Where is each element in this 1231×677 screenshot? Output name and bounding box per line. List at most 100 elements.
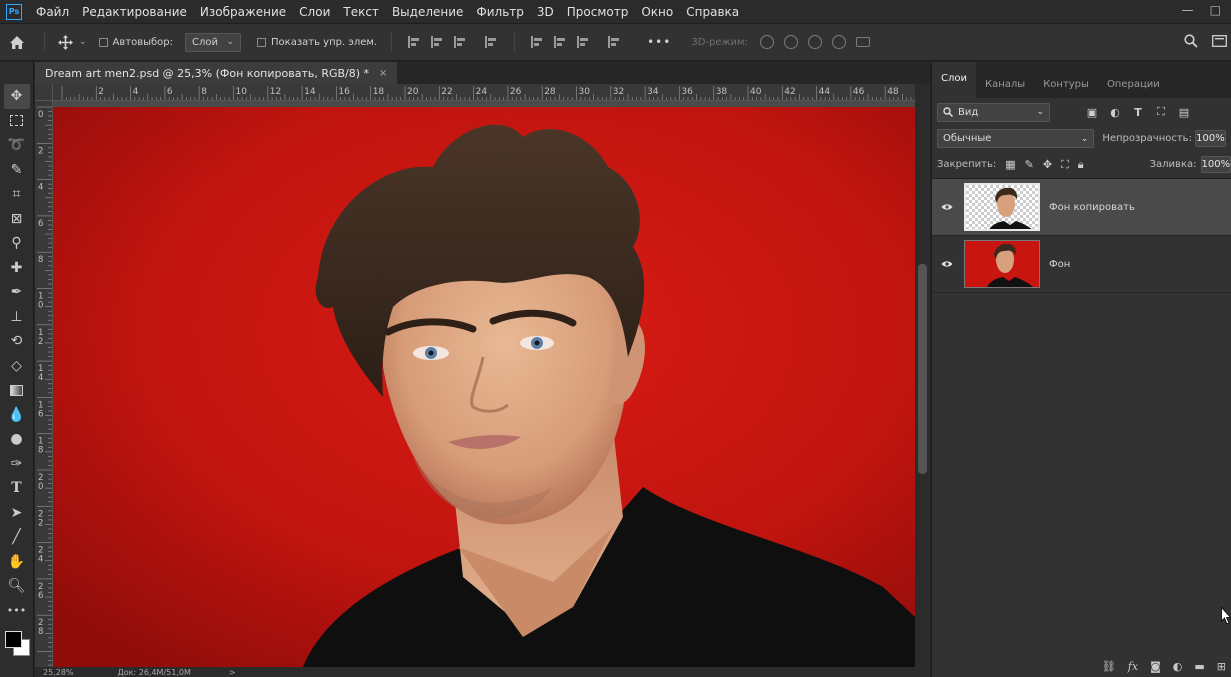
healing-brush-tool-icon[interactable]: ✚ [4, 256, 30, 281]
crop-tool-icon[interactable]: ⌗ [4, 182, 30, 207]
pen-tool-icon[interactable]: ✑ [4, 452, 30, 477]
horizontal-ruler[interactable]: 2 4 6 8 10 12 14 16 18 20 22 24 26 28 30 32 34 36 38 40 42 44… [53, 84, 915, 101]
menu-window[interactable]: Окно [641, 5, 673, 19]
maximize-icon[interactable]: □ [1210, 3, 1221, 17]
orbit-3d-icon[interactable] [759, 35, 774, 49]
roll-3d-icon[interactable] [783, 35, 798, 49]
menu-type[interactable]: Текст [343, 5, 379, 19]
foreground-color[interactable] [4, 631, 22, 648]
vertical-scrollbar[interactable] [915, 84, 930, 667]
lock-image-icon[interactable]: ✎ [1025, 158, 1034, 171]
status-menu-arrow[interactable]: > [229, 668, 236, 677]
opacity-input[interactable]: 100% [1194, 130, 1226, 147]
marquee-tool-icon[interactable] [4, 109, 30, 134]
zoom-tool-icon[interactable]: 🔍︎ [4, 574, 30, 599]
search-icon[interactable] [1184, 33, 1198, 51]
link-layers-icon[interactable]: ⛓ [1102, 660, 1116, 673]
new-layer-icon[interactable]: ⊞ [1217, 660, 1226, 673]
lock-artboard-icon[interactable]: ⛶ [1061, 158, 1069, 172]
layer-name[interactable]: Фон копировать [1049, 202, 1135, 213]
frame-tool-icon[interactable]: ⊠ [4, 207, 30, 232]
menu-view[interactable]: Просмотр [567, 5, 629, 19]
more-tools-icon[interactable]: ••• [4, 599, 30, 624]
type-tool-icon[interactable]: T [4, 476, 30, 501]
align-bottom-icon[interactable] [577, 36, 589, 48]
menu-image[interactable]: Изображение [200, 5, 286, 19]
home-icon[interactable] [0, 35, 34, 50]
align-left-icon[interactable] [408, 36, 420, 48]
auto-select-dropdown[interactable]: Слой ⌄ [185, 32, 242, 52]
tab-paths[interactable]: Контуры [1034, 79, 1098, 98]
camera-3d-icon[interactable] [855, 37, 870, 47]
drag-3d-icon[interactable] [807, 35, 822, 49]
close-tab-icon[interactable]: × [379, 68, 387, 79]
layer-row[interactable]: Фон [932, 236, 1231, 293]
dodge-tool-icon[interactable]: ● [4, 427, 30, 452]
align-middle-icon[interactable] [554, 36, 566, 48]
hand-tool-icon[interactable]: ✋ [4, 550, 30, 575]
align-right-icon[interactable] [454, 36, 466, 48]
new-group-icon[interactable]: ▬ [1194, 660, 1204, 673]
vertical-ruler[interactable]: 0246810121416182022242628 [35, 101, 53, 667]
show-transform-checkbox[interactable] [257, 37, 267, 47]
filter-smart-object-icon[interactable]: ▤ [1178, 106, 1190, 119]
eyedropper-tool-icon[interactable]: ⚲ [4, 231, 30, 256]
move-tool-icon[interactable] [55, 34, 75, 50]
eraser-tool-icon[interactable]: ◇ [4, 354, 30, 379]
document-tab[interactable]: Dream art men2.psd @ 25,3% (Фон копирова… [35, 62, 398, 84]
color-swatches[interactable] [3, 631, 31, 659]
photoshop-logo[interactable]: Ps [6, 3, 22, 20]
slide-3d-icon[interactable] [831, 35, 846, 49]
lock-position-icon[interactable]: ✥ [1043, 158, 1052, 171]
tab-channels[interactable]: Каналы [976, 79, 1034, 98]
menu-select[interactable]: Выделение [392, 5, 463, 19]
menu-edit[interactable]: Редактирование [82, 5, 187, 19]
filter-pixel-icon[interactable]: ▣ [1086, 106, 1098, 119]
tab-history[interactable]: Операции [1098, 79, 1169, 98]
distribute-vertical-icon[interactable] [485, 36, 497, 48]
more-options-icon[interactable]: ••• [647, 35, 671, 49]
menu-layers[interactable]: Слои [299, 5, 330, 19]
history-brush-tool-icon[interactable]: ⟲ [4, 329, 30, 354]
path-selection-tool-icon[interactable]: ➤ [4, 501, 30, 526]
gradient-tool-icon[interactable] [4, 378, 30, 403]
align-center-horizontal-icon[interactable] [431, 36, 443, 48]
filter-shape-icon[interactable]: ⛶ [1155, 105, 1167, 118]
layer-filter-dropdown[interactable]: Вид ⌄ [937, 102, 1050, 122]
menu-help[interactable]: Справка [686, 5, 739, 19]
workspace-icon[interactable] [1212, 34, 1227, 50]
auto-select-checkbox[interactable] [98, 37, 108, 47]
blend-mode-dropdown[interactable]: Обычные ⌄ [937, 129, 1095, 148]
ruler-origin[interactable] [35, 84, 53, 101]
lock-all-icon[interactable]: 🔒︎ [1078, 158, 1084, 172]
align-top-icon[interactable] [531, 36, 543, 48]
fill-input[interactable]: 100% [1200, 156, 1231, 173]
lasso-tool-icon[interactable]: ➰ [4, 133, 30, 158]
layer-name[interactable]: Фон [1049, 259, 1070, 270]
line-tool-icon[interactable]: ╱ [4, 525, 30, 550]
menu-3d[interactable]: 3D [537, 5, 554, 19]
zoom-level[interactable]: 25,28% [43, 668, 74, 677]
distribute-horizontal-icon[interactable] [608, 36, 620, 48]
clone-stamp-tool-icon[interactable]: ⊥ [4, 305, 30, 330]
brush-tool-icon[interactable]: ✒ [4, 280, 30, 305]
layer-row[interactable]: Фон копировать [932, 179, 1231, 236]
filter-adjustment-icon[interactable]: ◐ [1109, 106, 1121, 119]
filter-type-icon[interactable]: T [1132, 106, 1144, 119]
quick-selection-tool-icon[interactable]: ✎ [4, 158, 30, 183]
canvas[interactable] [53, 101, 915, 667]
eye-icon[interactable] [932, 260, 962, 268]
layer-style-icon[interactable]: fx [1128, 660, 1138, 673]
scrollbar-thumb[interactable] [918, 264, 927, 474]
add-mask-icon[interactable]: ◙ [1150, 660, 1161, 673]
lock-transparent-icon[interactable]: ▦ [1005, 158, 1015, 171]
menu-filter[interactable]: Фильтр [476, 5, 523, 19]
tab-layers[interactable]: Слои [932, 62, 976, 98]
chevron-down-icon[interactable]: ⌄ [79, 37, 87, 47]
minimize-icon[interactable]: — [1182, 3, 1194, 17]
blur-tool-icon[interactable]: 💧 [4, 403, 30, 428]
move-tool-icon[interactable]: ✥ [3, 84, 30, 109]
adjustment-layer-icon[interactable]: ◐ [1173, 660, 1183, 673]
menu-file[interactable]: Файл [36, 5, 69, 19]
eye-icon[interactable] [932, 203, 962, 211]
